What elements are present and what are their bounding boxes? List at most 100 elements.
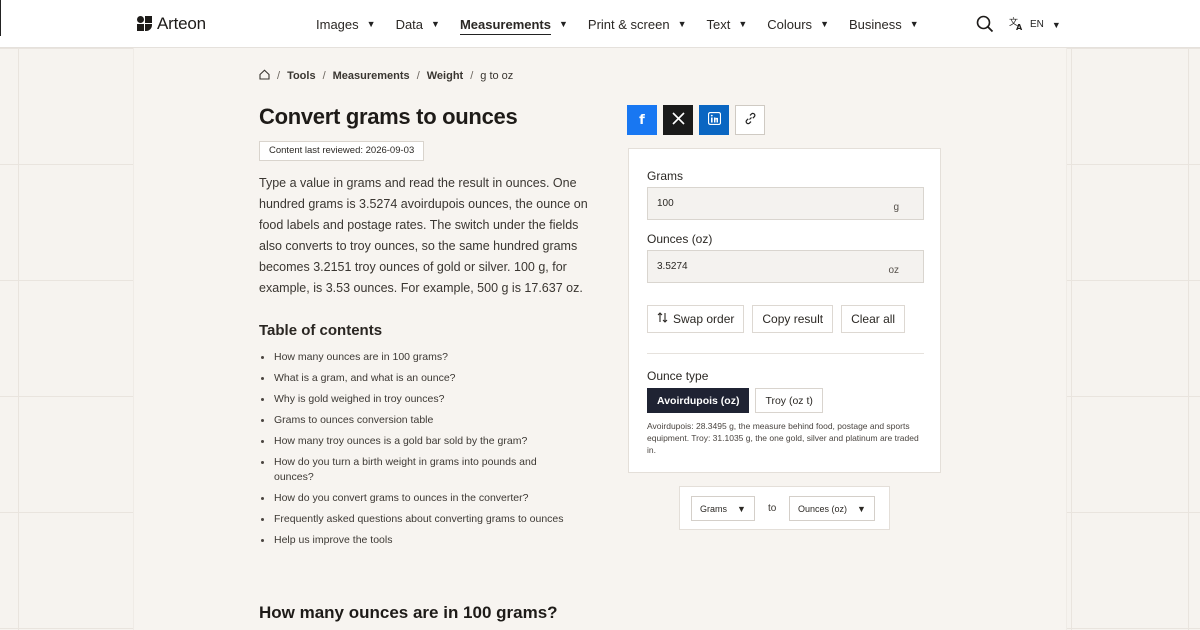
link-icon [744,112,757,128]
top-navigation-bar: Arteon Images ▼ Data ▼ Measurements ▼ Pr… [0,0,1200,48]
toc-title: Table of contents [259,322,383,339]
nav-label: Measurements [459,16,551,32]
nav-item-data[interactable]: Data ▼ [396,0,440,48]
toc-item[interactable]: Frequently asked questions about convert… [261,512,594,527]
caret-down-icon: ▼ [677,19,687,29]
ounce-type-toggle: Avoirdupois (oz) Troy (oz t) [647,388,823,413]
toc-link[interactable]: Help us improve the tools [274,534,392,546]
swap-order-button[interactable]: Swap order [647,305,745,333]
translate-icon: 文A [1009,15,1025,34]
toc-item[interactable]: How do you convert grams to ounces in th… [261,491,594,506]
swap-icon [657,312,668,326]
caret-down-icon: ▼ [909,19,919,29]
nav-item-colours[interactable]: Colours ▼ [767,0,829,48]
toc-item[interactable]: How many troy ounces is a gold bar sold … [261,434,594,449]
swap-order-label: Swap order [673,312,735,326]
toc-link[interactable]: How many ounces are in 100 grams? [274,351,448,363]
converter-card: Grams 100 g Ounces (oz) 3.5274 oz Swap o… [628,148,941,473]
nav-item-business[interactable]: Business ▼ [849,0,919,48]
svg-text:A: A [1016,23,1023,31]
logo-text: Arteon [157,14,206,33]
from-unit-select[interactable]: Grams ▼ [691,496,755,521]
grams-value[interactable]: 100 [657,198,674,209]
nav-label: Print & screen [587,16,670,32]
breadcrumb-measurements[interactable]: Measurements [333,70,410,82]
troy-option[interactable]: Troy (oz t) [755,388,823,413]
ounces-value[interactable]: 3.5274 [657,261,688,272]
x-icon [671,112,685,128]
toc-link[interactable]: How many troy ounces is a gold bar sold … [274,435,527,447]
nav-label: Data [395,16,424,32]
toc-item[interactable]: What is a gram, and what is an ounce? [261,371,594,386]
toc-link[interactable]: How do you convert grams to ounces in th… [274,492,528,504]
table-of-contents: How many ounces are in 100 grams? What i… [261,350,594,554]
language-selector[interactable]: 文A EN ▼ [1009,15,1061,34]
toc-item[interactable]: Why is gold weighed in troy ounces? [261,392,594,407]
toc-link[interactable]: What is a gram, and what is an ounce? [274,372,456,384]
unit-selector: Grams ▼ to Ounces (oz) ▼ [679,486,890,530]
nav-label: Images [316,16,359,32]
nav-label: Business [848,16,902,32]
breadcrumb-separator: / [322,70,326,82]
toc-item[interactable]: How do you turn a birth weight in grams … [261,455,544,485]
breadcrumb-separator: / [470,70,474,82]
caret-down-icon: ▼ [1051,19,1061,30]
to-unit-select[interactable]: Ounces (oz) ▼ [789,496,875,521]
ounces-input[interactable]: 3.5274 oz [647,250,924,283]
nav-item-images[interactable]: Images ▼ [316,0,376,48]
breadcrumb-separator: / [277,70,281,82]
nav-item-print-screen[interactable]: Print & screen ▼ [588,0,687,48]
window-edge [0,0,1,36]
ounces-label: Ounces (oz) [647,232,713,246]
reviewed-badge: Content last reviewed: 2026-09-03 [259,141,425,161]
grams-label: Grams [647,169,683,183]
grams-input[interactable]: 100 g [647,187,924,220]
intro-paragraph: Type a value in grams and read the resul… [259,176,588,295]
toc-link[interactable]: Why is gold weighed in troy ounces? [274,393,444,405]
ounce-type-note: Avoirdupois: 28.3495 g, the measure behi… [647,421,919,455]
copy-result-button[interactable]: Copy result [752,305,834,333]
converter-actions: Swap order Copy result Clear all [647,305,906,333]
caret-down-icon: ▼ [820,19,829,29]
language-code: EN [1030,19,1044,30]
divider [647,353,924,354]
toc-link[interactable]: Grams to ounces conversion table [274,414,433,426]
nav-item-text[interactable]: Text ▼ [707,0,748,48]
ounces-unit: oz [888,265,899,276]
toc-link[interactable]: Frequently asked questions about convert… [274,513,564,525]
grams-unit: g [893,202,899,213]
caret-down-icon: ▼ [857,503,866,514]
home-icon[interactable] [259,69,270,83]
copy-link-button[interactable] [735,105,765,135]
x-share-button[interactable] [663,105,693,135]
site-logo[interactable]: Arteon [137,14,206,34]
breadcrumb-separator: / [416,70,420,82]
nav-label: Colours [767,16,813,32]
toc-item[interactable]: Help us improve the tools [261,533,594,548]
nav-label: Text [706,16,731,32]
toc-item[interactable]: Grams to ounces conversion table [261,413,594,428]
clear-all-button[interactable]: Clear all [841,305,906,333]
toc-item[interactable]: How many ounces are in 100 grams? [261,350,594,365]
caret-down-icon: ▼ [366,19,376,29]
section-heading: How many ounces are in 100 grams? [259,603,558,622]
linkedin-share-button[interactable] [699,105,729,135]
to-label: to [768,503,777,514]
caret-down-icon: ▼ [738,19,748,29]
breadcrumb-tools[interactable]: Tools [287,70,316,82]
nav-item-measurements[interactable]: Measurements ▼ [459,0,568,48]
share-buttons: f [627,105,765,135]
main-nav: Images ▼ Data ▼ Measurements ▼ Print & s… [316,0,939,48]
toc-link[interactable]: How do you turn a birth weight in grams … [274,456,537,483]
caret-down-icon: ▼ [737,503,746,514]
caret-down-icon: ▼ [431,19,440,29]
to-unit-value: Ounces (oz) [798,503,848,514]
breadcrumb-current: g to oz [480,70,514,82]
breadcrumb: / Tools / Measurements / Weight / g to o… [259,69,513,83]
caret-down-icon: ▼ [559,19,568,29]
avoirdupois-option[interactable]: Avoirdupois (oz) [647,388,750,413]
linkedin-icon [707,111,721,128]
search-icon[interactable] [976,15,994,33]
facebook-share-button[interactable]: f [627,105,657,135]
breadcrumb-weight[interactable]: Weight [427,70,463,82]
